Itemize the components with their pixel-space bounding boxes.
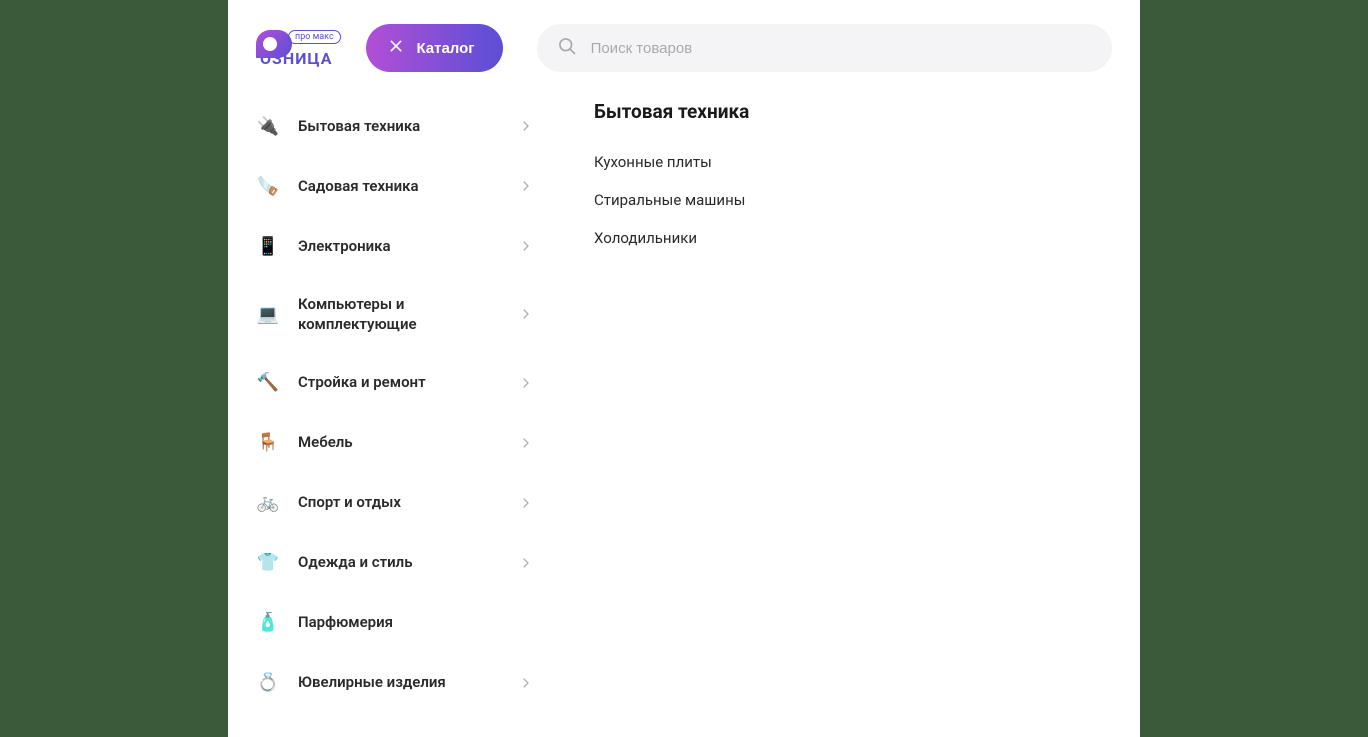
subcategory-item[interactable]: Стиральные машины — [594, 181, 749, 219]
category-label: Электроника — [298, 236, 500, 256]
jewelry-icon: 💍 — [256, 671, 280, 695]
subcategory-item[interactable]: Холодильники — [594, 219, 749, 257]
category-label: Стройка и ремонт — [298, 372, 500, 392]
category-label: Парфюмерия — [298, 612, 534, 632]
catalog-button-label: Каталог — [416, 40, 474, 57]
chevron-right-icon — [518, 555, 534, 571]
chevron-right-icon — [518, 306, 534, 322]
chevron-right-icon — [518, 675, 534, 691]
category-item-computers[interactable]: 💻 Компьютеры и комплектующие — [256, 276, 546, 353]
category-label: Ювелирные изделия — [298, 672, 500, 692]
category-label: Спорт и отдых — [298, 492, 500, 512]
category-item-garden[interactable]: 🪚 Садовая техника — [256, 156, 546, 216]
subcategories-column: Бытовая техника Кухонные плиты Стиральны… — [546, 96, 749, 713]
close-icon — [388, 38, 404, 58]
category-item-appliances[interactable]: 🔌 Бытовая техника — [256, 96, 546, 156]
category-item-furniture[interactable]: 🪑 Мебель — [256, 413, 546, 473]
category-label: Компьютеры и комплектующие — [298, 294, 500, 335]
electronics-icon: 📱 — [256, 234, 280, 258]
categories-column: 🔌 Бытовая техника 🪚 Садовая техника 📱 Эл… — [256, 96, 546, 713]
catalog-body: 🔌 Бытовая техника 🪚 Садовая техника 📱 Эл… — [228, 96, 1140, 713]
category-label: Садовая техника — [298, 176, 500, 196]
category-item-electronics[interactable]: 📱 Электроника — [256, 216, 546, 276]
logo-mark — [256, 30, 292, 66]
search-icon — [557, 36, 591, 60]
category-item-perfume[interactable]: 🧴 Парфюмерия — [256, 593, 546, 653]
category-item-jewelry[interactable]: 💍 Ювелирные изделия — [256, 653, 546, 713]
header: про макс ОЗНИЦА Каталог — [228, 24, 1140, 96]
category-label: Одежда и стиль — [298, 552, 500, 572]
perfume-icon: 🧴 — [256, 611, 280, 635]
sports-icon: 🚲 — [256, 491, 280, 515]
clothing-icon: 👕 — [256, 551, 280, 575]
search-wrapper[interactable] — [537, 24, 1112, 72]
category-item-construction[interactable]: 🔨 Стройка и ремонт — [256, 353, 546, 413]
chevron-right-icon — [518, 375, 534, 391]
category-item-clothing[interactable]: 👕 Одежда и стиль — [256, 533, 546, 593]
search-input[interactable] — [591, 40, 1092, 57]
chevron-right-icon — [518, 495, 534, 511]
logo-badge: про макс — [288, 30, 341, 44]
subcategory-item[interactable]: Кухонные плиты — [594, 143, 749, 181]
subcategory-title: Бытовая техника — [594, 100, 749, 123]
chevron-right-icon — [518, 435, 534, 451]
garden-icon: 🪚 — [256, 174, 280, 198]
chevron-right-icon — [518, 178, 534, 194]
furniture-icon: 🪑 — [256, 431, 280, 455]
page-wrapper: про макс ОЗНИЦА Каталог 🔌 Бытовая техник… — [228, 0, 1140, 737]
category-label: Мебель — [298, 432, 500, 452]
logo[interactable]: про макс ОЗНИЦА — [256, 24, 332, 72]
tools-icon: 🔨 — [256, 371, 280, 395]
category-item-sports[interactable]: 🚲 Спорт и отдых — [256, 473, 546, 533]
catalog-button[interactable]: Каталог — [366, 24, 502, 72]
appliance-icon: 🔌 — [256, 114, 280, 138]
category-label: Бытовая техника — [298, 116, 500, 136]
chevron-right-icon — [518, 238, 534, 254]
computer-icon: 💻 — [256, 302, 280, 326]
chevron-right-icon — [518, 118, 534, 134]
